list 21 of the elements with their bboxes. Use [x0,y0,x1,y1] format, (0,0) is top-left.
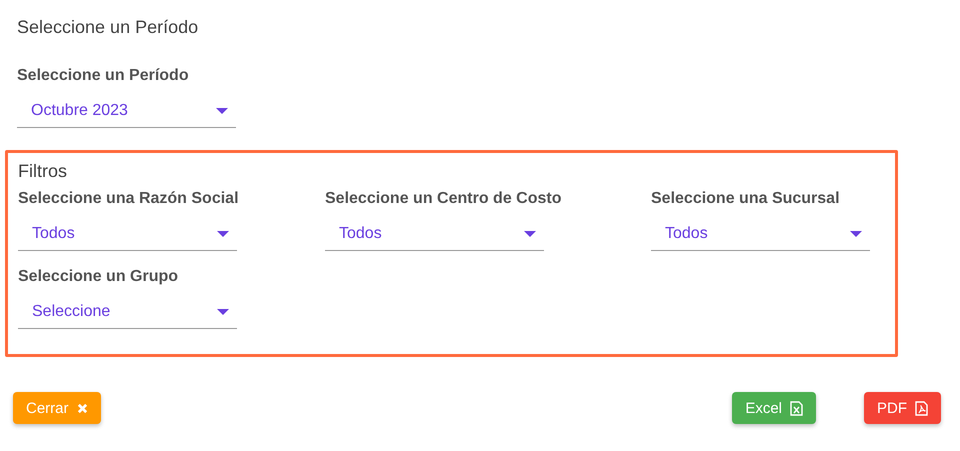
caret-icon [217,230,229,236]
dropdown[interactable]: Octubre 2023 [17,94,236,128]
pdf-file-icon [915,400,928,416]
dropdown[interactable]: Todos [18,217,237,251]
dropdown[interactable]: Todos [651,217,870,251]
pdf-button[interactable]: PDF [864,392,941,424]
field-label: Seleccione una Sucursal [651,189,840,209]
field-label: Seleccione un Grupo [18,267,178,287]
section-title: Filtros [18,160,68,183]
page-title: Seleccione un Período [17,16,200,38]
close-icon [76,402,88,414]
field-label: Seleccione un Centro de Costo [325,189,562,209]
field-label: Seleccione un Período [17,66,189,86]
spreadsheet-file-icon [790,400,803,416]
dropdown[interactable]: Todos [325,217,544,251]
caret-icon [217,308,229,314]
caret-icon [850,230,862,236]
caret-icon [524,230,536,236]
field-label: Seleccione una Razón Social [18,189,239,209]
dropdown[interactable]: Seleccione [18,295,237,329]
caret-icon [216,108,228,114]
